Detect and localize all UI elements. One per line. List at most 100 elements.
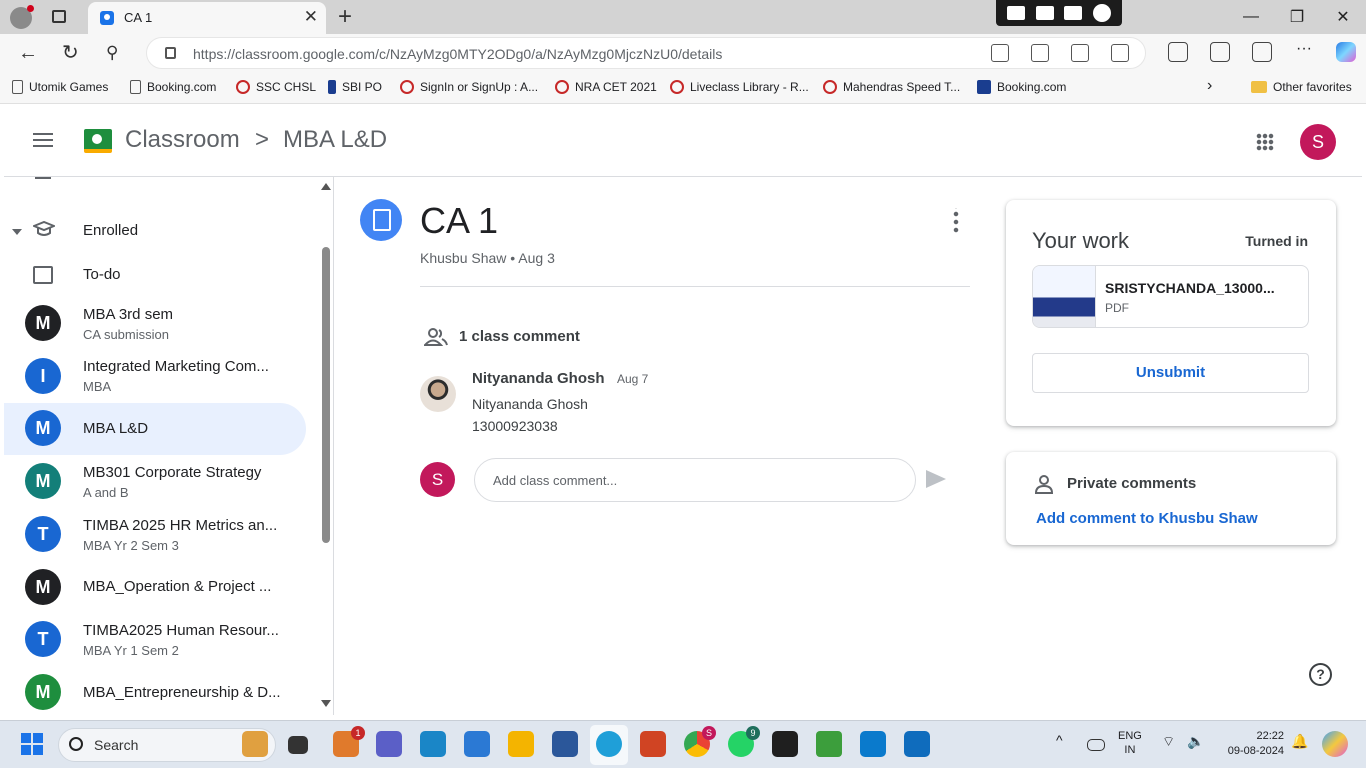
capture-settings-icon[interactable]: [1092, 4, 1111, 22]
main-menu-icon[interactable]: [33, 133, 53, 147]
bookmark-item[interactable]: Booking.com: [130, 80, 216, 94]
scroll-up-arrow-icon[interactable]: [321, 183, 331, 190]
capture-video-icon[interactable]: [1035, 6, 1054, 20]
chrome-icon[interactable]: S: [684, 726, 716, 757]
refresh-icon[interactable]: ↻: [62, 42, 79, 64]
attachment-card[interactable]: SRISTYCHANDA_13000... PDF: [1032, 265, 1309, 328]
language-indicator[interactable]: ENG IN: [1118, 729, 1142, 757]
classroom-logo-icon[interactable]: [84, 129, 112, 153]
browser-tab-active[interactable]: CA 1 ✕: [88, 2, 326, 34]
bookmark-item[interactable]: Liveclass Library - R...: [670, 80, 809, 94]
bookmark-item[interactable]: Utomik Games: [12, 80, 108, 94]
notification-bell-icon[interactable]: 🔔: [1291, 734, 1308, 748]
whatsapp-icon[interactable]: 9: [728, 726, 760, 757]
help-icon[interactable]: ?: [1309, 663, 1332, 686]
bookmarks-overflow-chevron-icon[interactable]: ›: [1207, 77, 1212, 95]
word-icon[interactable]: [552, 731, 578, 757]
site-info-icon[interactable]: [165, 47, 176, 59]
split-screen-icon[interactable]: [1168, 42, 1188, 62]
browser-profile-icon[interactable]: [10, 5, 34, 29]
task-view-icon[interactable]: [288, 736, 308, 754]
copilot-taskbar-icon[interactable]: [1322, 731, 1348, 757]
sidebar-class-section: A and B: [83, 485, 129, 500]
url-bar[interactable]: https://classroom.google.com/c/NzAyMzg0M…: [146, 37, 1146, 69]
read-aloud-icon[interactable]: [1071, 44, 1089, 62]
assignment-title: CA 1: [420, 200, 499, 241]
scroll-down-arrow-icon[interactable]: [321, 700, 331, 707]
tab-close-icon[interactable]: ✕: [304, 7, 318, 27]
favorite-star-icon[interactable]: [1111, 44, 1129, 62]
site-icon: [400, 80, 414, 94]
bookmark-item[interactable]: SBI PO: [328, 80, 382, 94]
sidebar-item-enrolled[interactable]: Enrolled: [83, 222, 138, 239]
vscode-icon[interactable]: [860, 731, 886, 757]
wifi-icon[interactable]: ⌔: [1162, 734, 1175, 748]
class-comment-input[interactable]: [474, 458, 916, 502]
system-clock[interactable]: 22:22 09-08-2024: [1218, 729, 1284, 759]
outlook-icon[interactable]: [904, 731, 930, 757]
pc-app-icon[interactable]: [420, 731, 446, 757]
sidebar-class-name[interactable]: TIMBA 2025 HR Metrics an...: [83, 517, 277, 534]
todo-checklist-icon: [33, 266, 53, 284]
breadcrumb-class[interactable]: MBA L&D: [283, 126, 387, 154]
private-comments-card: Private comments Add comment to Khusbu S…: [1006, 452, 1336, 545]
sidebar-class-name[interactable]: MB301 Corporate Strategy: [83, 464, 261, 481]
account-avatar[interactable]: S: [1300, 124, 1336, 160]
powerpoint-icon[interactable]: [640, 731, 666, 757]
other-favorites[interactable]: Other favorites: [1251, 80, 1352, 94]
class-avatar: M: [25, 410, 61, 446]
google-apps-icon[interactable]: [1256, 133, 1274, 151]
minimize-button[interactable]: —: [1228, 0, 1274, 34]
restore-button[interactable]: ❐: [1274, 0, 1320, 34]
teams-icon[interactable]: [376, 731, 402, 757]
sidebar-item-todo[interactable]: To-do: [83, 266, 121, 283]
send-icon[interactable]: [926, 470, 946, 488]
search-icon[interactable]: ⚲: [106, 42, 118, 64]
bookmark-item[interactable]: SignIn or SignUp : A...: [400, 80, 538, 94]
extensions-icon[interactable]: [1252, 42, 1272, 62]
sidebar-class-name[interactable]: TIMBA2025 Human Resour...: [83, 622, 279, 639]
url-text[interactable]: https://classroom.google.com/c/NzAyMzg0M…: [193, 46, 722, 62]
terminal-icon[interactable]: [772, 731, 798, 757]
file-explorer-icon[interactable]: [508, 731, 534, 757]
collapse-caret-icon[interactable]: [12, 229, 22, 235]
bookmark-item[interactable]: SSC CHSL: [236, 80, 316, 94]
display-icon[interactable]: [1087, 739, 1105, 751]
edge-browser-icon[interactable]: [596, 731, 622, 757]
capture-screenshot-icon[interactable]: [1007, 6, 1026, 20]
unsubmit-button[interactable]: Unsubmit: [1032, 353, 1309, 393]
app-title[interactable]: Classroom: [125, 126, 240, 154]
class-avatar: M: [25, 463, 61, 499]
mail-app-icon[interactable]: 1: [333, 726, 365, 757]
volume-icon[interactable]: 🔈: [1187, 734, 1204, 748]
sidebar-class-name[interactable]: MBA L&D: [83, 420, 148, 437]
apps-available-icon[interactable]: [991, 44, 1009, 62]
tab-actions-icon[interactable]: [52, 10, 66, 23]
sidebar-class-name[interactable]: MBA 3rd sem: [83, 306, 173, 323]
sidebar-scrollbar[interactable]: [322, 247, 330, 543]
sidebar-class-name[interactable]: Integrated Marketing Com...: [83, 358, 269, 375]
bookmark-item[interactable]: Mahendras Speed T...: [823, 80, 960, 94]
sidebar-class-name[interactable]: MBA_Operation & Project ...: [83, 578, 271, 595]
outlook-mail-icon[interactable]: [464, 731, 490, 757]
attachment-type: PDF: [1105, 301, 1129, 315]
start-button-icon[interactable]: [21, 733, 43, 755]
sidebar-class-name[interactable]: MBA_Entrepreneurship & D...: [83, 684, 281, 701]
attachment-name: SRISTYCHANDA_13000...: [1105, 280, 1275, 296]
nodejs-icon[interactable]: [816, 731, 842, 757]
copilot-icon[interactable]: [1336, 42, 1356, 62]
close-window-button[interactable]: ✕: [1320, 0, 1366, 34]
back-arrow-icon[interactable]: ←: [18, 42, 38, 64]
zoom-icon[interactable]: [1031, 44, 1049, 62]
new-tab-button[interactable]: +: [338, 3, 352, 31]
collections-icon[interactable]: [1210, 42, 1230, 62]
show-hidden-icons-chevron-icon[interactable]: ^: [1056, 733, 1063, 747]
add-private-comment-link[interactable]: Add comment to Khusbu Shaw: [1036, 510, 1258, 527]
bookmark-item[interactable]: Booking.com: [977, 80, 1066, 94]
more-menu-icon[interactable]: ···: [1294, 41, 1314, 62]
assignment-icon: [360, 199, 402, 241]
widgets-icon[interactable]: [242, 731, 268, 757]
capture-window-icon[interactable]: [1064, 6, 1083, 20]
bookmark-item[interactable]: NRA CET 2021: [555, 80, 657, 94]
more-options-icon[interactable]: [946, 208, 966, 234]
